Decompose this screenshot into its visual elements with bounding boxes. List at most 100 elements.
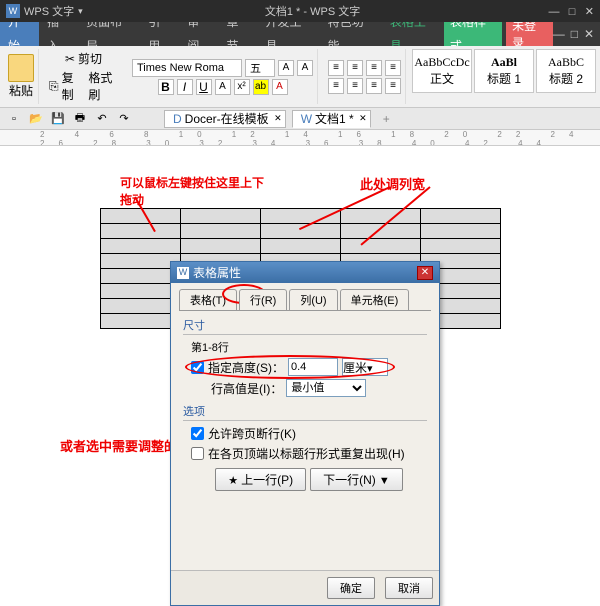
tab-row[interactable]: 行(R) [239,289,287,310]
copy-icon: ⎘ [49,79,59,94]
repeat-header-label: 在各页顶端以标题行形式重复出现(H) [208,445,405,462]
tab-docer[interactable]: DDocer-在线模板✕ [164,110,286,128]
close-button[interactable]: ✕ [585,6,594,18]
tab-cell[interactable]: 单元格(E) [340,289,410,310]
close-tab-icon[interactable]: ✕ [359,113,367,124]
dialog-tabs: 表格(T) 行(R) 列(U) 单元格(E) [171,283,439,310]
close-doc-icon[interactable]: ✕ [584,27,594,41]
menu-section[interactable]: 章节 [218,22,257,46]
underline-button[interactable]: U [196,79,212,95]
doc-title: 文档1 * - WPS 文字 [83,3,543,19]
close-dialog-button[interactable]: ✕ [417,266,433,280]
indent-inc-button[interactable]: ≡ [385,60,401,76]
menu-ref[interactable]: 引用 [140,22,179,46]
annotation-colwidth: 此处调列宽 [360,174,425,193]
allow-break-checkbox[interactable] [191,427,204,440]
menu-review[interactable]: 审阅 [179,22,218,46]
ruler[interactable]: 2 4 6 8 10 12 14 16 18 20 22 24 26 28 30… [0,130,600,146]
new-icon[interactable]: ▫ [6,111,22,127]
font-group: Times New Roma 五 A A B I U A x² ab A [128,49,318,104]
scissors-icon: ✂ [65,52,75,66]
quick-access: ▫ 📂 💾 🖶 ↶ ↷ DDocer-在线模板✕ W文档1 *✕ + [0,108,600,130]
menu-special[interactable]: 特色功能 [320,22,382,46]
tab-doc1[interactable]: W文档1 *✕ [292,110,371,128]
rows-range-label: 第1-8行 [191,339,427,355]
style-normal[interactable]: AaBbCcDc正文 [412,49,472,93]
next-row-button[interactable]: 下一行(N) ▼ [310,468,403,491]
menu-dev[interactable]: 开发工具 [258,22,320,46]
unit-select[interactable]: 厘米▾ [342,358,388,376]
login-button[interactable]: 未登录 [506,22,553,46]
menu-table-tools[interactable]: 表格工具 [382,22,444,46]
save-icon[interactable]: 💾 [50,111,66,127]
repeat-header-checkbox[interactable] [191,447,204,460]
dialog-titlebar[interactable]: W 表格属性 ✕ [171,262,439,283]
paste-icon[interactable] [8,54,34,82]
italic-button[interactable]: I [177,79,193,95]
numbering-button[interactable]: ≡ [347,60,363,76]
height-mode-select[interactable]: 最小值 [286,379,366,397]
add-tab-button[interactable]: + [383,112,390,126]
options-header: 选项 [183,403,427,421]
close-tab-icon[interactable]: ✕ [274,113,282,124]
undo-icon[interactable]: ↶ [94,111,110,127]
min-ribbon-icon[interactable]: — [553,27,565,41]
ribbon: 粘贴 ✂剪切 ⎘复制格式刷 Times New Roma 五 A A B I U… [0,46,600,108]
window-icon[interactable]: □ [571,27,578,41]
cancel-button[interactable]: 取消 [385,577,433,599]
open-icon[interactable]: 📂 [28,111,44,127]
align-center-button[interactable]: ≡ [347,78,363,94]
styles-gallery[interactable]: AaBbCcDc正文 AaBl标题 1 AaBbC标题 2 [412,49,596,104]
annotation-drag: 可以鼠标左键按住这里上下拖动 [120,174,264,208]
fmtpaint-label[interactable]: 格式刷 [88,69,118,103]
indent-dec-button[interactable]: ≡ [366,60,382,76]
minimize-button[interactable]: — [548,6,559,18]
allow-break-label: 允许跨页断行(K) [208,425,296,442]
titlebar: W WPS 文字 ▾ 文档1 * - WPS 文字 — □ ✕ [0,0,600,22]
bullets-button[interactable]: ≡ [328,60,344,76]
tab-table[interactable]: 表格(T) [179,289,237,310]
paste-label: 粘贴 [9,82,33,99]
table-properties-dialog: W 表格属性 ✕ 表格(T) 行(R) 列(U) 单元格(E) 尺寸 第1-8行… [170,261,440,606]
font-color-button[interactable]: A [272,79,288,95]
cut-label[interactable]: 剪切 [78,50,102,67]
print-icon[interactable]: 🖶 [72,111,88,127]
font-select[interactable]: Times New Roma [132,59,242,77]
height-input[interactable] [288,358,338,376]
grow-font-button[interactable]: A [278,60,294,76]
maximize-button[interactable]: □ [569,6,576,18]
menubar: 开始 插入 页面布局 引用 审阅 章节 开发工具 特色功能 表格工具 表格样式 … [0,22,600,46]
app-name: WPS 文字 [24,3,74,19]
size-header: 尺寸 [183,317,427,335]
wps-icon: W [6,4,20,18]
clipboard-group: ✂剪切 ⎘复制格式刷 [45,49,122,104]
style-h1[interactable]: AaBl标题 1 [474,49,534,93]
menu-table-style[interactable]: 表格样式 [444,22,502,46]
tab-col[interactable]: 列(U) [289,289,337,310]
size-select[interactable]: 五 [245,59,275,77]
document-canvas: 可以鼠标左键按住这里上下拖动 此处调列宽 或者选中需要调整的表格，右键 表格属性… [0,146,600,534]
align-right-button[interactable]: ≡ [366,78,382,94]
dialog-body: 尺寸 第1-8行 指定高度(S)： 厘米▾ 行高值是(I)： 最小值 选项 允许… [179,310,431,500]
super-button[interactable]: x² [234,79,250,95]
prev-row-button[interactable]: ★ 上一行(P) [215,468,306,491]
copy-label[interactable]: 复制 [62,69,82,103]
menu-layout[interactable]: 页面布局 [78,22,140,46]
redo-icon[interactable]: ↷ [116,111,132,127]
bold-button[interactable]: B [158,79,174,95]
para-group: ≡ ≡ ≡ ≡ ≡ ≡ ≡ ≡ [324,49,406,104]
style-h2[interactable]: AaBbC标题 2 [536,49,596,93]
ok-button[interactable]: 确定 [327,577,375,599]
dialog-footer: 确定 取消 [171,570,439,605]
highlight-button[interactable]: ab [253,79,269,95]
spec-height-checkbox[interactable] [191,361,204,374]
align-left-button[interactable]: ≡ [328,78,344,94]
menu-insert[interactable]: 插入 [39,22,78,46]
strike-button[interactable]: A [215,79,231,95]
height-is-label: 行高值是(I)： [211,380,282,397]
wps-icon: W [177,267,189,279]
shrink-font-button[interactable]: A [297,60,313,76]
align-justify-button[interactable]: ≡ [385,78,401,94]
spec-height-label: 指定高度(S)： [208,359,284,376]
menu-start[interactable]: 开始 [0,22,39,46]
